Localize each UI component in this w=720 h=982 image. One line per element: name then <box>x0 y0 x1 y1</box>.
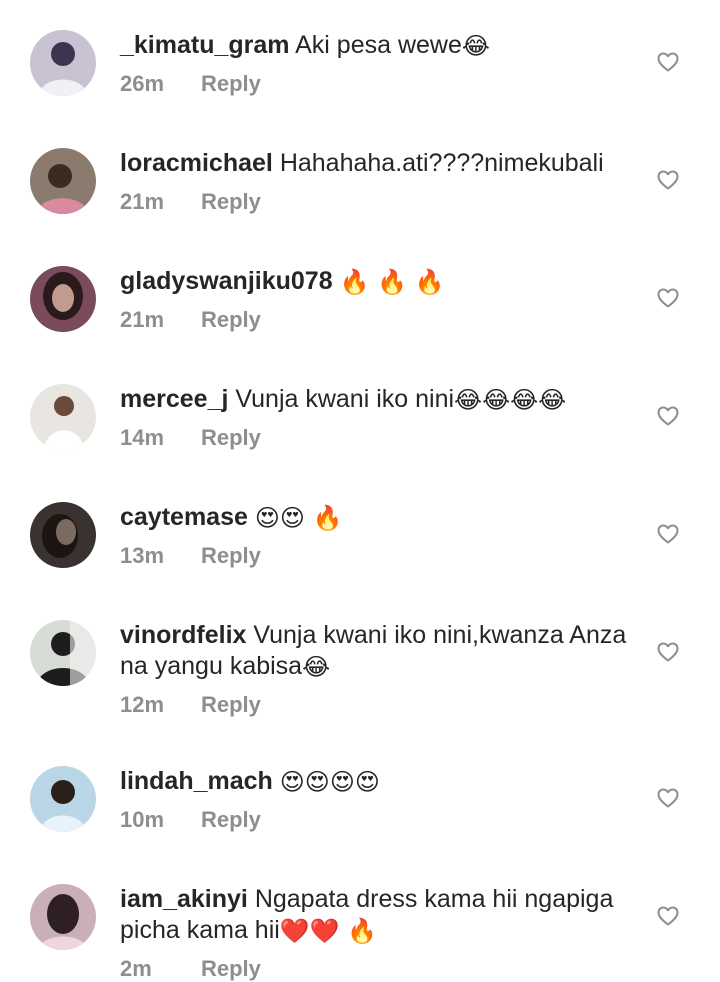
comments-list: _kimatu_gram Aki pesa wewe😂 26m Reply lor… <box>0 0 720 981</box>
comment-meta: 2m Reply <box>120 956 261 982</box>
comment-body: _kimatu_gram Aki pesa wewe😂 <box>120 30 640 62</box>
avatar[interactable] <box>30 620 96 686</box>
comment-body: iam_akinyi Ngapata dress kama hii ngapig… <box>120 884 640 947</box>
comment-timestamp: 10m <box>120 807 165 832</box>
comment-timestamp: 13m <box>120 543 165 568</box>
comment-body: gladyswanjiku078 🔥 🔥 🔥 <box>120 266 640 298</box>
like-heart-icon[interactable] <box>656 522 680 546</box>
comment-item: _kimatu_gram Aki pesa wewe😂 26m Reply <box>0 30 720 120</box>
comment-item: vinordfelix Vunja kwani iko nini,kwanza … <box>0 620 720 720</box>
avatar[interactable] <box>30 884 96 950</box>
comment-timestamp: 21m <box>120 307 165 332</box>
comment-meta: 10m Reply <box>120 807 261 833</box>
reply-button[interactable]: Reply <box>201 71 261 96</box>
comment-item: loracmichael Hahahaha.ati????nimekubali … <box>0 148 720 238</box>
comment-meta: 26m Reply <box>120 71 261 97</box>
avatar-image <box>30 502 96 568</box>
avatar[interactable] <box>30 766 96 832</box>
comment-text: Vunja kwani iko nini <box>235 385 455 413</box>
reply-button[interactable]: Reply <box>201 425 261 450</box>
comment-emojis: 😍😍 🔥 <box>254 504 343 532</box>
comment-emojis: 😂 <box>461 32 490 60</box>
comment-emojis: ❤️❤️ 🔥 <box>279 917 378 945</box>
reply-button[interactable]: Reply <box>201 692 261 717</box>
comment-item: mercee_j Vunja kwani iko nini😂😂😂😂 14m Rep… <box>0 384 720 474</box>
like-heart-icon[interactable] <box>656 786 680 810</box>
reply-button[interactable]: Reply <box>201 543 261 568</box>
comment-username[interactable]: _kimatu_gram <box>120 31 290 59</box>
comment-item: gladyswanjiku078 🔥 🔥 🔥 21m Reply <box>0 266 720 356</box>
comment-meta: 21m Reply <box>120 307 261 333</box>
comment-username[interactable]: caytemase <box>120 503 248 531</box>
avatar-image <box>30 266 96 332</box>
avatar[interactable] <box>30 502 96 568</box>
like-heart-icon[interactable] <box>656 640 680 664</box>
comment-username[interactable]: gladyswanjiku078 <box>120 267 333 295</box>
comment-body: caytemase 😍😍 🔥 <box>120 502 640 534</box>
comment-timestamp: 26m <box>120 71 165 96</box>
comment-item: iam_akinyi Ngapata dress kama hii ngapig… <box>0 884 720 981</box>
reply-button[interactable]: Reply <box>201 189 261 214</box>
avatar[interactable] <box>30 266 96 332</box>
comment-emojis: 😍😍😍😍 <box>279 768 380 796</box>
comment-meta: 14m Reply <box>120 425 261 451</box>
comment-body: loracmichael Hahahaha.ati????nimekubali <box>120 148 640 180</box>
comment-username[interactable]: iam_akinyi <box>120 885 248 913</box>
comment-timestamp: 21m <box>120 189 165 214</box>
comment-meta: 12m Reply <box>120 692 261 718</box>
comment-body: mercee_j Vunja kwani iko nini😂😂😂😂 <box>120 384 640 416</box>
avatar[interactable] <box>30 148 96 214</box>
comment-timestamp: 12m <box>120 692 165 717</box>
like-heart-icon[interactable] <box>656 286 680 310</box>
comment-emojis: 🔥 🔥 🔥 <box>339 268 445 296</box>
avatar[interactable] <box>30 384 96 450</box>
comment-username[interactable]: lindah_mach <box>120 767 273 795</box>
like-heart-icon[interactable] <box>656 168 680 192</box>
reply-button[interactable]: Reply <box>201 307 261 332</box>
like-heart-icon[interactable] <box>656 904 680 928</box>
avatar[interactable] <box>30 30 96 96</box>
comment-username[interactable]: vinordfelix <box>120 621 246 649</box>
reply-button[interactable]: Reply <box>201 807 261 832</box>
reply-button[interactable]: Reply <box>201 956 261 981</box>
avatar-image <box>30 884 96 950</box>
avatar-image <box>30 620 96 686</box>
comment-text: Hahahaha.ati????nimekubali <box>279 149 604 177</box>
avatar-image <box>30 384 96 450</box>
comment-meta: 21m Reply <box>120 189 261 215</box>
comment-emojis: 😂 <box>302 653 331 681</box>
comment-username[interactable]: mercee_j <box>120 385 228 413</box>
comment-timestamp: 2m <box>120 956 152 981</box>
comment-username[interactable]: loracmichael <box>120 149 273 177</box>
comment-item: caytemase 😍😍 🔥 13m Reply <box>0 502 720 592</box>
comment-timestamp: 14m <box>120 425 165 450</box>
like-heart-icon[interactable] <box>656 404 680 428</box>
comment-item: lindah_mach 😍😍😍😍 10m Reply <box>0 766 720 856</box>
comment-body: vinordfelix Vunja kwani iko nini,kwanza … <box>120 620 640 683</box>
comment-emojis: 😂😂😂😂 <box>454 386 567 414</box>
avatar-image <box>30 148 96 214</box>
comment-meta: 13m Reply <box>120 543 261 569</box>
avatar-image <box>30 766 96 832</box>
comment-text: Aki pesa wewe <box>295 31 462 59</box>
like-heart-icon[interactable] <box>656 50 680 74</box>
comment-body: lindah_mach 😍😍😍😍 <box>120 766 640 798</box>
avatar-image <box>30 30 96 96</box>
